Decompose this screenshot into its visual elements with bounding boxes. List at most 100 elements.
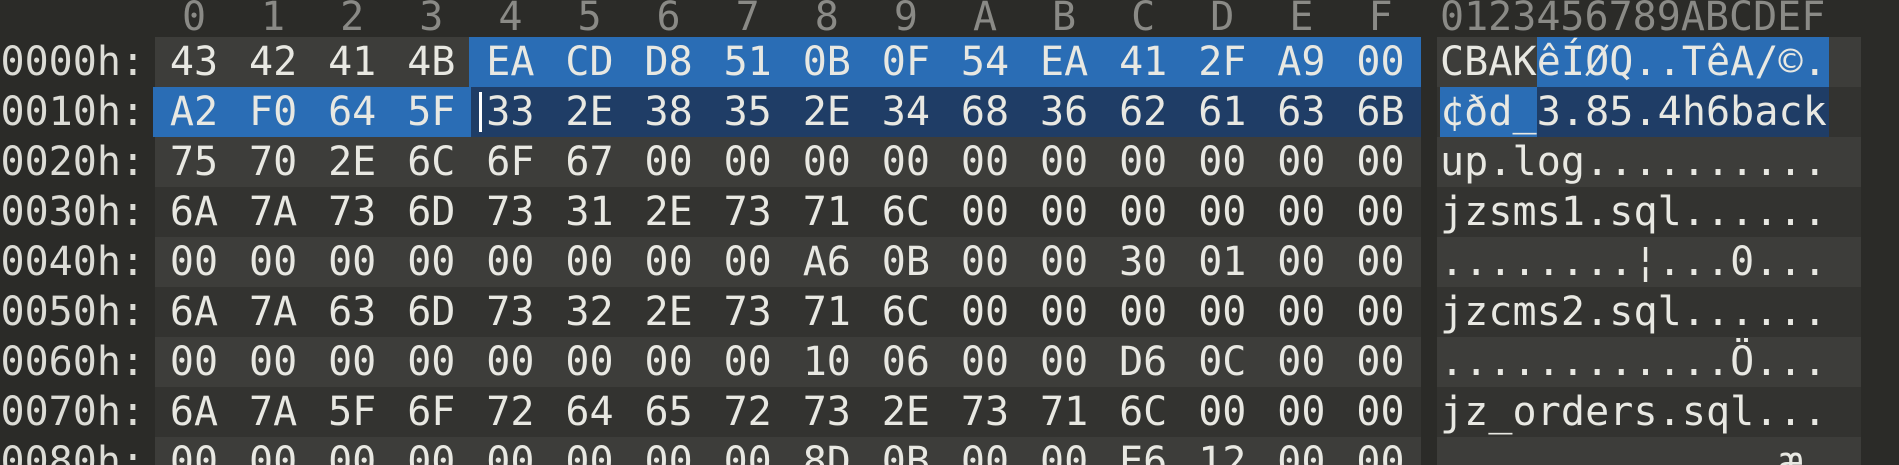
hex-byte[interactable]: 00 [1342, 37, 1420, 87]
hex-byte[interactable]: D8 [630, 37, 708, 87]
ascii-text[interactable]: ........¦...0... [1440, 237, 1827, 287]
hex-byte[interactable]: 0B [867, 437, 945, 465]
hex-byte[interactable]: 00 [1342, 437, 1420, 465]
hex-byte[interactable]: 00 [1262, 437, 1340, 465]
hex-byte[interactable]: 12 [1183, 437, 1261, 465]
hex-byte[interactable]: 38 [630, 87, 708, 137]
hex-row[interactable]: 0080h: 00 00 00 00 00 00 00 00 8D 0B 00 00 E6 12 00 00..… [0, 437, 1899, 465]
hex-byte[interactable]: 00 [1025, 337, 1103, 387]
hex-byte[interactable]: 01 [1183, 237, 1261, 287]
hex-byte[interactable]: 36 [1025, 87, 1103, 137]
hex-byte[interactable]: 7A [234, 387, 312, 437]
hex-byte[interactable]: 00 [946, 437, 1024, 465]
hex-byte[interactable]: 00 [1262, 137, 1340, 187]
hex-byte[interactable]: 41 [313, 37, 391, 87]
hex-byte[interactable]: 73 [709, 187, 787, 237]
hex-row[interactable]: 0030h: 6A 7A 73 6D 73 31 2E 73 71 6C 00 00 00 00 00 00 jz… [0, 187, 1899, 237]
hex-row[interactable]: 0020h: 75 70 2E 6C 6F 67 00 00 00 00 00 00 00 00 00 00 up… [0, 137, 1899, 187]
hex-byte[interactable]: 00 [234, 337, 312, 387]
hex-byte[interactable]: 00 [234, 237, 312, 287]
hex-byte[interactable]: 70 [234, 137, 312, 187]
hex-byte[interactable]: 00 [1025, 187, 1103, 237]
hex-byte[interactable]: 41 [1104, 37, 1182, 87]
ascii-text[interactable]: CBAKêÍØQ..TêA/©. [1440, 37, 1827, 87]
hex-byte[interactable]: 54 [946, 37, 1024, 87]
ascii-text[interactable]: jz_orders.sql... [1440, 387, 1827, 437]
hex-byte[interactable]: 2E [551, 87, 629, 137]
hex-byte[interactable]: 00 [630, 137, 708, 187]
hex-byte[interactable]: 00 [946, 237, 1024, 287]
hex-byte[interactable]: 5F [313, 387, 391, 437]
hex-byte[interactable]: 00 [551, 437, 629, 465]
hex-byte[interactable]: 5F [392, 87, 470, 137]
hex-byte[interactable]: 2E [630, 187, 708, 237]
hex-byte[interactable]: 7A [234, 287, 312, 337]
hex-byte[interactable]: 00 [1342, 237, 1420, 287]
hex-byte[interactable]: 71 [1025, 387, 1103, 437]
hex-byte[interactable]: 0B [788, 37, 866, 87]
hex-byte[interactable]: 6C [1104, 387, 1182, 437]
hex-byte[interactable]: 73 [709, 287, 787, 337]
hex-byte[interactable]: 65 [630, 387, 708, 437]
hex-byte[interactable]: 00 [1104, 137, 1182, 187]
hex-byte[interactable]: 00 [709, 237, 787, 287]
hex-byte[interactable]: 6F [471, 137, 549, 187]
hex-byte[interactable]: 61 [1183, 87, 1261, 137]
ascii-text[interactable]: jzsms1.sql...... [1440, 187, 1827, 237]
hex-byte[interactable]: 6D [392, 187, 470, 237]
hex-byte[interactable]: 00 [471, 337, 549, 387]
hex-byte[interactable]: 2F [1183, 37, 1261, 87]
hex-byte[interactable]: 00 [1183, 287, 1261, 337]
hex-byte[interactable]: 00 [1104, 287, 1182, 337]
hex-byte[interactable]: 00 [313, 437, 391, 465]
hex-row[interactable]: 0050h: 6A 7A 63 6D 73 32 2E 73 71 6C 00 00 00 00 00 00 jz… [0, 287, 1899, 337]
hex-byte[interactable]: F0 [234, 87, 312, 137]
hex-byte[interactable]: 00 [1262, 187, 1340, 237]
hex-byte[interactable]: 00 [1025, 237, 1103, 287]
hex-byte[interactable]: 00 [1342, 137, 1420, 187]
hex-byte[interactable]: 00 [1025, 137, 1103, 187]
hex-byte[interactable]: 00 [1104, 187, 1182, 237]
hex-byte[interactable]: 72 [471, 387, 549, 437]
ascii-text[interactable]: ..............æ. [1440, 437, 1827, 465]
hex-byte[interactable]: 00 [1183, 187, 1261, 237]
hex-byte[interactable]: 00 [946, 137, 1024, 187]
hex-byte[interactable]: 00 [709, 437, 787, 465]
hex-editor[interactable]: 0123456789ABCDEF 0123456789ABCDEF 0000h:… [0, 0, 1899, 465]
hex-byte[interactable]: 67 [551, 137, 629, 187]
ascii-text[interactable]: up.log.......... [1440, 137, 1827, 187]
hex-byte[interactable]: 6F [392, 387, 470, 437]
hex-byte[interactable]: 00 [471, 437, 549, 465]
hex-byte[interactable]: 4B [392, 37, 470, 87]
hex-byte[interactable]: 0C [1183, 337, 1261, 387]
hex-byte[interactable]: 00 [1183, 387, 1261, 437]
hex-byte[interactable]: A6 [788, 237, 866, 287]
hex-byte[interactable]: 00 [234, 437, 312, 465]
hex-byte[interactable]: 30 [1104, 237, 1182, 287]
hex-byte[interactable]: A2 [155, 87, 233, 137]
hex-byte[interactable]: 73 [946, 387, 1024, 437]
hex-byte[interactable]: 00 [1342, 387, 1420, 437]
hex-row[interactable]: 0040h: 00 00 00 00 00 00 00 00 A6 0B 00 00 30 01 00 00..… [0, 237, 1899, 287]
hex-byte[interactable]: 7A [234, 187, 312, 237]
hex-byte[interactable]: 10 [788, 337, 866, 387]
hex-byte[interactable]: 33 [471, 87, 549, 137]
hex-byte[interactable]: 00 [471, 237, 549, 287]
hex-row[interactable]: 0000h: 43 42 41 4B EA CD D8 51 0B 0F 54 EA 41 2F A9 00 CB… [0, 37, 1899, 87]
hex-byte[interactable]: 2E [867, 387, 945, 437]
hex-byte[interactable]: 62 [1104, 87, 1182, 137]
hex-byte[interactable]: A9 [1262, 37, 1340, 87]
hex-byte[interactable]: 73 [471, 287, 549, 337]
hex-byte[interactable]: 00 [1262, 287, 1340, 337]
hex-byte[interactable]: 00 [1025, 287, 1103, 337]
hex-byte[interactable]: 64 [551, 387, 629, 437]
hex-byte[interactable]: 6D [392, 287, 470, 337]
hex-byte[interactable]: 00 [392, 337, 470, 387]
hex-byte[interactable]: 00 [392, 237, 470, 287]
hex-byte[interactable]: 0F [867, 37, 945, 87]
hex-row[interactable]: 0010h: A2 F0 64 5F 33 2E 38 35 2E 34 68 36 62 61 63 6B ¢ð… [0, 87, 1899, 137]
hex-byte[interactable]: 2E [313, 137, 391, 187]
hex-byte[interactable]: 00 [709, 137, 787, 187]
hex-byte[interactable]: 00 [1342, 287, 1420, 337]
hex-byte[interactable]: 00 [630, 437, 708, 465]
